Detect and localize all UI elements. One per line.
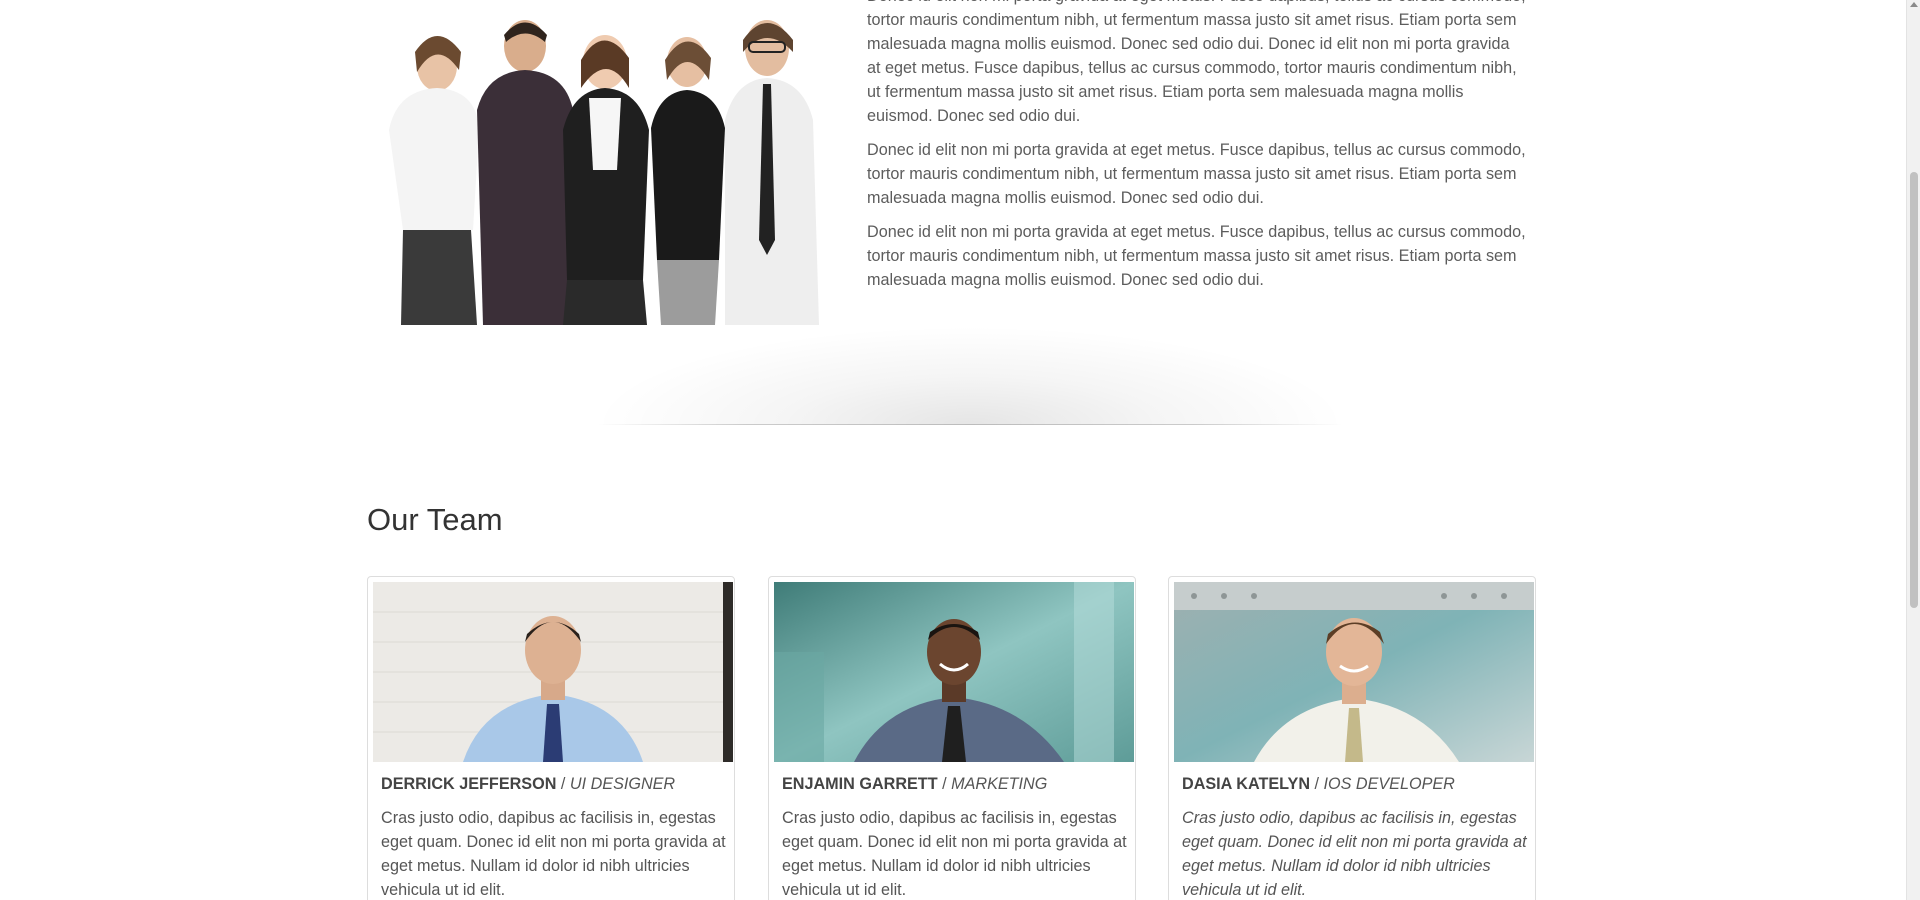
section-divider — [597, 424, 1343, 425]
about-paragraph: Donec id elit non mi porta gravida at eg… — [867, 141, 1526, 207]
team-member-name: DASIA KATELYN — [1182, 775, 1311, 793]
about-paragraph: Donec id elit non mi porta gravida at eg… — [867, 223, 1526, 289]
name-role-separator: / — [1310, 775, 1324, 793]
team-member-role: UI DESIGNER — [569, 775, 676, 793]
team-member-description: Cras justo odio, dapibus ac facilisis in… — [1182, 809, 1527, 899]
team-member-caption: DASIA KATELYN / IOS DEVELOPER Cras justo… — [1182, 772, 1527, 900]
scroll-up-arrow-icon[interactable] — [1910, 2, 1918, 7]
team-member-caption: DERRICK JEFFERSON / UI DESIGNER Cras jus… — [381, 772, 726, 900]
team-member-description: Cras justo odio, dapibus ac facilisis in… — [381, 809, 726, 899]
team-card: DERRICK JEFFERSON / UI DESIGNER Cras jus… — [367, 576, 735, 900]
team-member-heading: ENJAMIN GARRETT / MARKETING — [782, 772, 1127, 796]
team-card: ENJAMIN GARRETT / MARKETING Cras justo o… — [768, 576, 1136, 900]
team-card: DASIA KATELYN / IOS DEVELOPER Cras justo… — [1168, 576, 1536, 900]
about-paragraph: Donec id elit non mi porta gravida at eg… — [867, 0, 1526, 125]
section-divider-shadow — [590, 325, 1350, 425]
team-member-description: Cras justo odio, dapibus ac facilisis in… — [782, 809, 1127, 899]
team-member-heading: DASIA KATELYN / IOS DEVELOPER — [1182, 772, 1527, 796]
vertical-scrollbar[interactable] — [1906, 0, 1920, 900]
about-text: Donec id elit non mi porta gravida at eg… — [867, 0, 1527, 302]
scrollbar-thumb[interactable] — [1910, 172, 1918, 608]
page: Donec id elit non mi porta gravida at eg… — [0, 0, 1906, 900]
team-list: DERRICK JEFFERSON / UI DESIGNER Cras jus… — [367, 576, 1537, 900]
team-member-photo — [373, 582, 733, 762]
section-title: Our Team — [367, 502, 503, 537]
team-member-role: MARKETING — [951, 775, 1048, 793]
name-role-separator: / — [556, 775, 570, 793]
team-member-name: DERRICK JEFFERSON — [381, 775, 557, 793]
name-role-separator: / — [937, 775, 952, 793]
team-member-photo — [1174, 582, 1534, 762]
group-photo — [367, 0, 850, 325]
team-member-heading: DERRICK JEFFERSON / UI DESIGNER — [381, 772, 726, 796]
team-member-photo — [774, 582, 1134, 762]
team-member-caption: ENJAMIN GARRETT / MARKETING Cras justo o… — [782, 772, 1127, 900]
team-member-name: ENJAMIN GARRETT — [782, 775, 938, 793]
team-member-role: IOS DEVELOPER — [1323, 775, 1455, 793]
